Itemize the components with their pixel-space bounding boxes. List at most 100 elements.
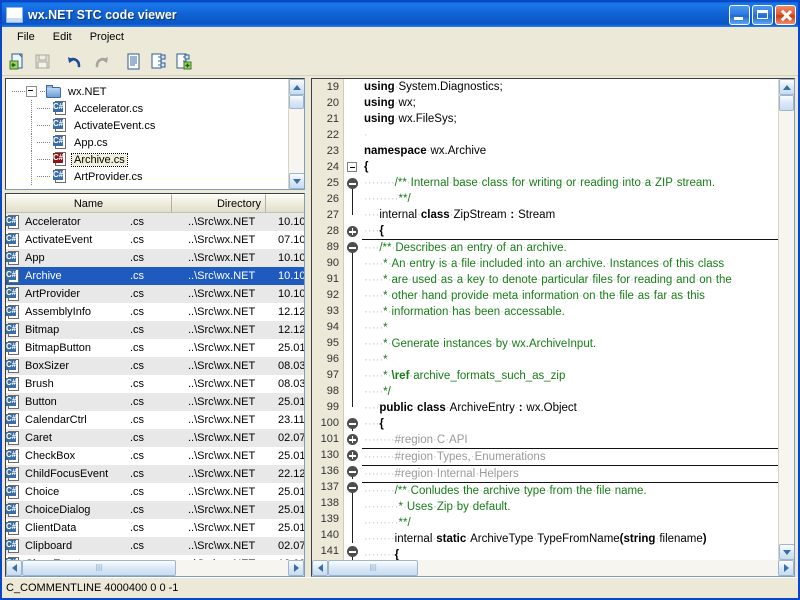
fold-marker[interactable]: [344, 415, 362, 431]
list-hscroll-track[interactable]: ||||: [22, 560, 288, 576]
code-line[interactable]: ········internal·static·ArchiveType·Type…: [362, 531, 778, 547]
code-line[interactable]: ·····*·information·has·been·accessable.: [362, 304, 778, 320]
tree-node-artprovider[interactable]: C# ArtProvider.cs: [6, 168, 288, 185]
table-row[interactable]: C# AssemblyInfo .cs ..\Src\wx.NET 12.12.2: [6, 303, 304, 321]
code-line[interactable]: ·: [362, 127, 778, 143]
fold-collapse-icon[interactable]: [347, 418, 358, 429]
editor-scroll-up-button[interactable]: [779, 79, 794, 95]
fold-marker[interactable]: [344, 95, 362, 111]
column-header-name[interactable]: Name: [6, 194, 172, 212]
code-line[interactable]: ·····*: [362, 320, 778, 336]
fold-marker[interactable]: [344, 303, 362, 319]
code-editor[interactable]: 19 20 21 22 23 24 25 26 27 28 89 90 91 92 93 94 95 96 97 98…: [312, 79, 778, 560]
fold-marker[interactable]: [344, 495, 362, 511]
list-scroll-right-button[interactable]: [288, 560, 304, 576]
table-row[interactable]: C# Button .cs ..\Src\wx.NET 25.01.2: [6, 393, 304, 411]
code-line[interactable]: ·········**/: [362, 515, 778, 531]
fold-marker[interactable]: [344, 271, 362, 287]
fold-marker[interactable]: [344, 463, 362, 479]
fold-marker[interactable]: [344, 479, 362, 495]
fold-marker[interactable]: [344, 543, 362, 559]
fold-margin[interactable]: [344, 79, 362, 560]
code-line[interactable]: using·wx;: [362, 95, 778, 111]
editor-scroll-thumb[interactable]: [779, 95, 794, 111]
column-header-directory[interactable]: Directory: [172, 194, 266, 212]
table-row[interactable]: C# Accelerator .cs ..\Src\wx.NET 10.10.2: [6, 213, 304, 231]
tree-expander-icon[interactable]: [26, 86, 37, 97]
table-row[interactable]: C# Archive .cs ..\Src\wx.NET 10.10.2: [6, 267, 304, 285]
editor-hscroll-thumb[interactable]: ||||: [328, 560, 418, 576]
code-line[interactable]: ····{: [362, 223, 778, 240]
fold-marker[interactable]: [344, 223, 362, 239]
code-line[interactable]: ·····*·are·used·as·a·key·to·denote·parti…: [362, 272, 778, 288]
table-row[interactable]: C# BoxSizer .cs ..\Src\wx.NET 08.03.2: [6, 357, 304, 375]
code-line[interactable]: ·····*/: [362, 384, 778, 400]
editor-horizontal-scrollbar[interactable]: ||||: [312, 560, 794, 576]
tree-scroll-thumb[interactable]: [289, 95, 304, 109]
fold-collapse-icon[interactable]: [347, 546, 358, 557]
fold-collapse-icon[interactable]: [347, 242, 358, 253]
fold-marker[interactable]: [344, 239, 362, 255]
code-line[interactable]: ········#region·Types,·Enumerations: [362, 449, 778, 466]
editor-scroll-right-button[interactable]: [778, 560, 794, 576]
fold-marker[interactable]: [344, 255, 362, 271]
fold-marker[interactable]: [344, 335, 362, 351]
code-line[interactable]: ········#region·Internal·Helpers: [362, 466, 778, 483]
table-row[interactable]: C# ActivateEvent .cs ..\Src\wx.NET 07.10.2: [6, 231, 304, 249]
file-list-horizontal-scrollbar[interactable]: ||||: [6, 560, 304, 576]
tree-node-archive[interactable]: C# Archive.cs: [6, 151, 288, 168]
tree-add-icon[interactable]: [171, 50, 195, 73]
table-row[interactable]: C# Choice .cs ..\Src\wx.NET 25.01.2: [6, 483, 304, 501]
file-list[interactable]: Name Directory C# Accelerator .cs ..\Src\wx…: [6, 194, 304, 560]
fold-marker[interactable]: [344, 367, 362, 383]
code-line[interactable]: ····/**·Describes·an·entry·of·an·archive…: [362, 240, 778, 256]
editor-scroll-left-button[interactable]: [312, 560, 328, 576]
code-line[interactable]: ·········*·Uses·Zip·by·default.: [362, 499, 778, 515]
fold-marker[interactable]: [344, 127, 362, 143]
table-row[interactable]: C# BitmapButton .cs ..\Src\wx.NET 25.01.2: [6, 339, 304, 357]
fold-marker[interactable]: [344, 111, 362, 127]
table-row[interactable]: C# ChoiceDialog .cs ..\Src\wx.NET 25.01.2: [6, 501, 304, 519]
code-line[interactable]: ····{: [362, 416, 778, 432]
fold-marker[interactable]: [344, 319, 362, 335]
menu-project[interactable]: Project: [81, 29, 133, 45]
table-row[interactable]: C# ClientData .cs ..\Src\wx.NET 25.01.2: [6, 519, 304, 537]
tree-scroll-up-button[interactable]: [289, 79, 304, 95]
list-hscroll-thumb[interactable]: ||||: [22, 560, 176, 576]
fold-marker[interactable]: [344, 527, 362, 543]
editor-scroll-track[interactable]: [779, 95, 794, 544]
list-scroll-left-button[interactable]: [6, 560, 22, 576]
table-row[interactable]: C# Caret .cs ..\Src\wx.NET 02.07.2: [6, 429, 304, 447]
close-button[interactable]: [775, 4, 796, 25]
fold-marker[interactable]: [344, 159, 362, 175]
fold-marker[interactable]: [344, 431, 362, 447]
fold-expand-icon[interactable]: [347, 226, 358, 237]
code-line[interactable]: {: [362, 159, 778, 175]
fold-collapse-icon[interactable]: [347, 178, 358, 189]
tree-node-app[interactable]: C# App.cs: [6, 134, 288, 151]
fold-marker[interactable]: [344, 207, 362, 223]
code-line[interactable]: ········{: [362, 547, 778, 560]
tree-node-activateevent[interactable]: C# ActivateEvent.cs: [6, 117, 288, 134]
table-row[interactable]: C# CalendarCtrl .cs ..\Src\wx.NET 23.11.2: [6, 411, 304, 429]
code-line[interactable]: ·········**/: [362, 191, 778, 207]
table-row[interactable]: C# App .cs ..\Src\wx.NET 10.10.2: [6, 249, 304, 267]
code-line[interactable]: using·wx.FileSys;: [362, 111, 778, 127]
fold-marker[interactable]: [344, 511, 362, 527]
fold-marker[interactable]: [344, 143, 362, 159]
code-line[interactable]: namespace·wx.Archive: [362, 143, 778, 159]
fold-marker[interactable]: [344, 287, 362, 303]
tree-node-root[interactable]: wx.NET: [6, 83, 288, 100]
project-tree[interactable]: wx.NET C# Accelerator.cs C# ActivateEven…: [6, 79, 288, 189]
table-row[interactable]: C# ArtProvider .cs ..\Src\wx.NET 10.10.2: [6, 285, 304, 303]
fold-expand-icon[interactable]: [347, 434, 358, 445]
minimize-button[interactable]: [729, 4, 750, 25]
tree-vertical-scrollbar[interactable]: [288, 79, 304, 189]
redo-icon[interactable]: [88, 50, 112, 73]
editor-hscroll-track[interactable]: ||||: [328, 560, 778, 576]
maximize-button[interactable]: [752, 4, 773, 25]
column-header-date[interactable]: [266, 194, 304, 212]
table-row[interactable]: C# CheckBox .cs ..\Src\wx.NET 25.01.2: [6, 447, 304, 465]
document-icon[interactable]: [121, 50, 145, 73]
table-row[interactable]: C# Clipboard .cs ..\Src\wx.NET 02.07.2: [6, 537, 304, 555]
